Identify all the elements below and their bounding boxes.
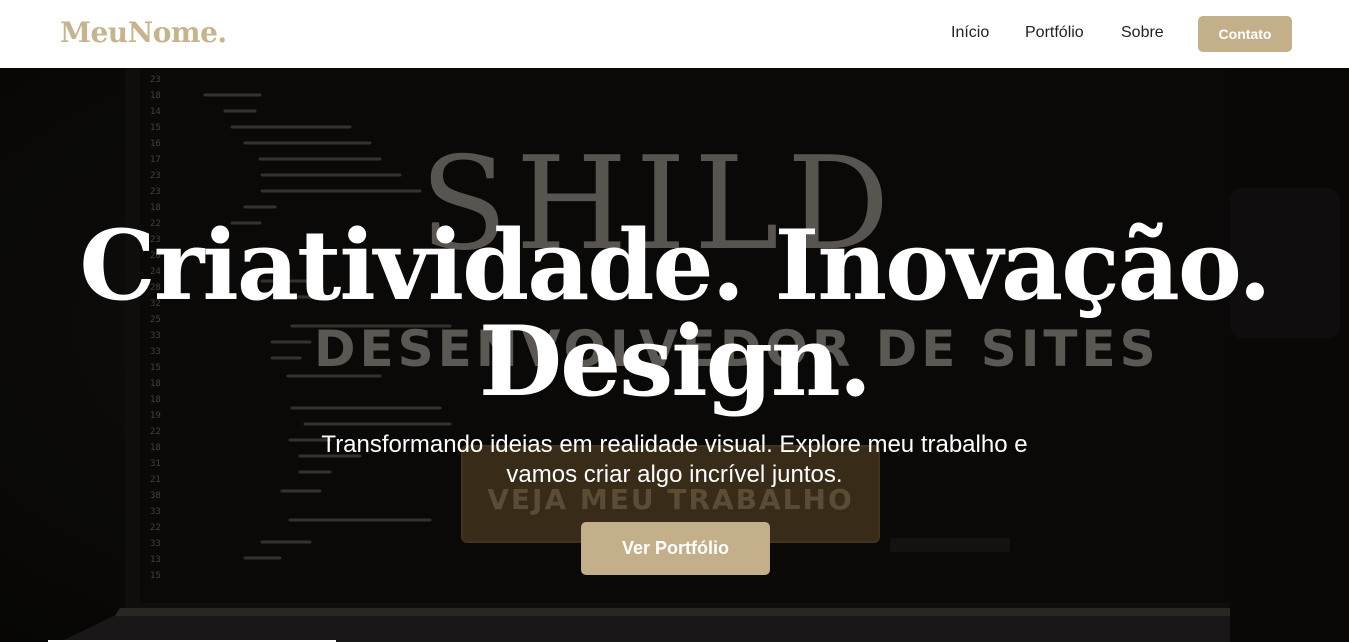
nav-link-portfolio[interactable]: Portfólio	[1025, 24, 1084, 42]
navbar: MeuNome. Início Portfólio Sobre Contato	[0, 0, 1349, 68]
hero-title: Criatividade. Inovação. Design.	[0, 218, 1349, 410]
hero-subtitle: Transformando ideias em realidade visual…	[321, 431, 1028, 488]
hero-section: 23 18 14 15 16 17 23 23 18 22 23 26 24 28 32 25 33 3…	[0, 68, 1349, 642]
nav-link-inicio[interactable]: Início	[951, 24, 989, 42]
view-portfolio-button[interactable]: Ver Portfólio	[581, 522, 770, 575]
contact-button[interactable]: Contato	[1198, 16, 1292, 52]
hero-title-line-1: Criatividade. Inovação.	[79, 209, 1271, 322]
nav-link-sobre[interactable]: Sobre	[1121, 24, 1164, 42]
hero-title-line-2: Design.	[478, 305, 872, 418]
site-logo[interactable]: MeuNome.	[60, 16, 227, 49]
